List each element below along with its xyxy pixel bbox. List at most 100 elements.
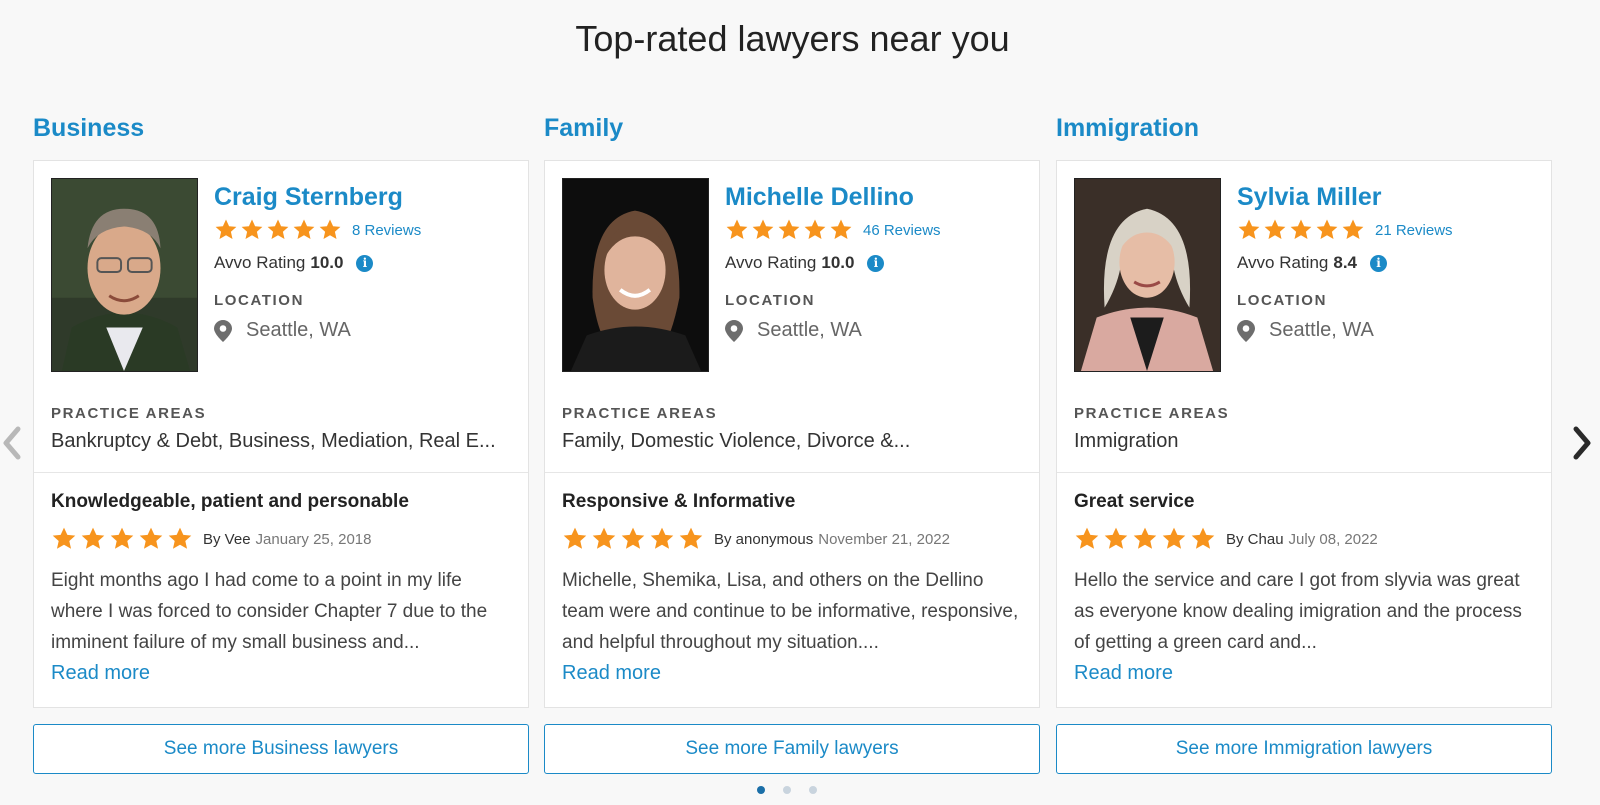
star-icon [1316, 219, 1338, 239]
location-label: LOCATION [725, 292, 816, 309]
lawyer-photo[interactable] [562, 178, 709, 372]
carousel-pagination [757, 786, 817, 794]
avvo-rating-label: Avvo Rating [725, 253, 817, 272]
review-title: Great service [1074, 491, 1195, 512]
review-author: By Chau [1226, 530, 1284, 548]
star-icon [1264, 219, 1286, 239]
practice-areas: PRACTICE AREAS Immigration [1074, 405, 1534, 453]
lawyer-info: Craig Sternberg 8 Reviews Avvo Rating 10… [214, 181, 518, 342]
map-pin-icon [725, 319, 743, 342]
location: Seattle, WA [725, 319, 1029, 342]
category-link[interactable]: Immigration [1056, 112, 1552, 144]
star-icon [1238, 219, 1260, 239]
lawyer-photo[interactable] [51, 178, 198, 372]
star-icon [621, 527, 645, 549]
info-icon[interactable]: i [1370, 254, 1387, 272]
star-icon [215, 219, 237, 239]
review-title: Knowledgeable, patient and personable [51, 491, 409, 512]
avvo-rating-value: 10.0 [821, 253, 855, 272]
lawyer-card: Craig Sternberg 8 Reviews Avvo Rating 10… [33, 160, 529, 708]
see-more-family-button[interactable]: See more Family lawyers [544, 724, 1040, 774]
avvo-rating: Avvo Rating 8.4 i [1237, 251, 1541, 275]
lawyer-info: Michelle Dellino 46 Reviews Avvo Rating … [725, 181, 1029, 342]
practice-areas-label: PRACTICE AREAS [51, 405, 207, 422]
avvo-rating: Avvo Rating 10.0 i [214, 251, 518, 275]
star-rating [214, 218, 342, 242]
star-icon [1191, 527, 1215, 549]
lawyer-rating-stars: 46 Reviews [725, 216, 1029, 244]
star-icon [319, 219, 341, 239]
practice-areas-text: Bankruptcy & Debt, Business, Mediation, … [51, 430, 496, 452]
avvo-rating-value: 8.4 [1333, 253, 1357, 272]
star-icon [778, 219, 800, 239]
lawyer-photo[interactable] [1074, 178, 1221, 372]
star-icon [1162, 527, 1186, 549]
review: Great service By Chau July 08, 2022 Hell… [1057, 473, 1551, 688]
reviews-link[interactable]: 46 Reviews [863, 222, 941, 239]
practice-areas: PRACTICE AREAS Family, Domestic Violence… [562, 405, 1022, 453]
star-icon [1104, 527, 1128, 549]
practice-areas-label: PRACTICE AREAS [1074, 405, 1230, 422]
practice-areas-text: Family, Domestic Violence, Divorce &... [562, 430, 911, 452]
map-pin-icon [214, 319, 232, 342]
pagination-dot[interactable] [783, 786, 791, 794]
lawyer-rating-stars: 8 Reviews [214, 216, 518, 244]
page-title: Top-rated lawyers near you [575, 18, 1010, 59]
lawyer-name[interactable]: Craig Sternberg [214, 181, 518, 213]
lawyer-summary: Craig Sternberg 8 Reviews Avvo Rating 10… [34, 161, 528, 473]
location-text: Seattle, WA [757, 319, 862, 341]
chevron-right-icon[interactable] [1572, 425, 1592, 461]
read-more-link[interactable]: Read more [51, 658, 511, 688]
review-date: November 21, 2022 [818, 530, 950, 548]
location-label: LOCATION [214, 292, 305, 309]
reviews-link[interactable]: 21 Reviews [1375, 222, 1453, 239]
star-icon [52, 527, 76, 549]
see-more-business-button[interactable]: See more Business lawyers [33, 724, 529, 774]
map-pin-icon [1237, 319, 1255, 342]
avvo-rating: Avvo Rating 10.0 i [725, 251, 1029, 275]
category-link[interactable]: Family [544, 112, 1040, 144]
info-icon[interactable]: i [356, 254, 374, 272]
chevron-left-icon[interactable] [2, 425, 22, 461]
star-icon [752, 219, 774, 239]
reviews-link[interactable]: 8 Reviews [352, 222, 421, 239]
lawyer-name[interactable]: Michelle Dellino [725, 181, 1029, 213]
review-date: January 25, 2018 [255, 530, 372, 548]
star-icon [726, 219, 748, 239]
lawyer-name[interactable]: Sylvia Miller [1237, 181, 1541, 213]
category-link[interactable]: Business [33, 112, 529, 144]
location-text: Seattle, WA [246, 319, 351, 341]
star-icon [293, 219, 315, 239]
star-icon [168, 527, 192, 549]
practice-areas-text: Immigration [1074, 430, 1179, 452]
avvo-rating-label: Avvo Rating [1237, 253, 1329, 272]
review-meta: By anonymous November 21, 2022 [562, 525, 1022, 553]
star-icon [830, 219, 852, 239]
star-icon [139, 527, 163, 549]
star-icon [267, 219, 289, 239]
review-text: Michelle, Shemika, Lisa, and others on t… [562, 570, 1019, 653]
lawyer-card: Sylvia Miller 21 Reviews Avvo Rating 8.4… [1056, 160, 1552, 708]
star-rating [725, 218, 853, 242]
lawyer-summary: Sylvia Miller 21 Reviews Avvo Rating 8.4… [1057, 161, 1551, 473]
category-column-immigration: Immigration Sylvia Miller 21 Reviews Avv… [1056, 112, 1552, 774]
info-icon[interactable]: i [867, 254, 885, 272]
star-icon [1133, 527, 1157, 549]
star-icon [81, 527, 105, 549]
see-more-immigration-button[interactable]: See more Immigration lawyers [1056, 724, 1552, 774]
read-more-link[interactable]: Read more [562, 658, 1022, 688]
practice-areas-label: PRACTICE AREAS [562, 405, 718, 422]
category-column-family: Family Michelle Dellino 46 Reviews Avvo … [544, 112, 1040, 774]
star-icon [1290, 219, 1312, 239]
star-icon [804, 219, 826, 239]
review-title: Responsive & Informative [562, 491, 796, 512]
star-icon [241, 219, 263, 239]
review-meta: By Vee January 25, 2018 [51, 525, 511, 553]
location: Seattle, WA [1237, 319, 1541, 342]
star-rating [1074, 526, 1216, 552]
read-more-link[interactable]: Read more [1074, 658, 1534, 688]
lawyer-info: Sylvia Miller 21 Reviews Avvo Rating 8.4… [1237, 181, 1541, 342]
pagination-dot[interactable] [757, 786, 765, 794]
pagination-dot[interactable] [809, 786, 817, 794]
star-icon [679, 527, 703, 549]
